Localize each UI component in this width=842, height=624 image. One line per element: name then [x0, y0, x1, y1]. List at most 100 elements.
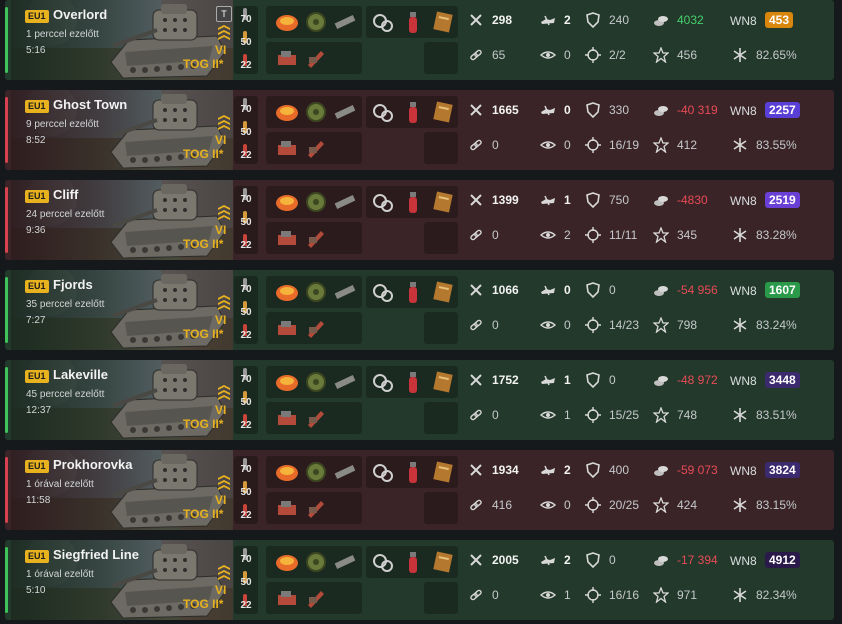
map-thumbnail: EU1 Ghost Town 9 perccel ezelőtt 8:52 VI… [11, 90, 233, 170]
shell-count: 70 [240, 14, 252, 25]
battle-duration: 12:37 [26, 405, 52, 416]
shell-apcr: 50 [234, 29, 258, 51]
damage-value: 1399 [492, 193, 519, 207]
fire-extinguisher-icon [409, 372, 417, 393]
region-badge: EU1 [25, 370, 49, 383]
destroyed-tank-icon [541, 555, 555, 566]
destroyed-tank-icon [541, 195, 555, 206]
repair-kit-icon [306, 282, 326, 302]
spotted-value: 0 [564, 498, 571, 512]
hits-value: 20/25 [609, 498, 640, 512]
shell-usage: 70 50 22 [234, 186, 258, 254]
shell-ap: 70 [234, 186, 258, 208]
empty-slot [424, 312, 458, 344]
battle-duration: 11:58 [26, 495, 51, 506]
credits-icon [654, 466, 668, 476]
equipment-slots [266, 546, 362, 578]
assist-value: 65 [492, 48, 506, 62]
shell-ap: 70 [234, 456, 258, 478]
hits-value: 16/19 [609, 138, 640, 152]
assist-link-icon [470, 499, 482, 511]
time-ago: 1 perccel ezelőtt [26, 29, 99, 40]
rammer-icon [334, 375, 356, 389]
accuracy-value: 83.51% [756, 408, 797, 422]
track-upgrade-icon [308, 591, 324, 608]
shell-count: 70 [240, 374, 252, 385]
equipment-slots [266, 276, 362, 308]
shell-usage: 70 50 22 [234, 6, 258, 74]
tank-name: TOG II* [183, 57, 224, 71]
blocked-value: 0 [609, 553, 616, 567]
snowflake-icon [733, 228, 747, 242]
credits-icon [654, 16, 668, 26]
battle-row[interactable]: EU1 Siegfried Line 1 órával ezelőtt 5:10… [5, 540, 834, 620]
result-stripe [5, 457, 8, 523]
credits-value: 4032 [677, 13, 704, 27]
battle-row[interactable]: EU1 Prokhorovka 1 órával ezelőtt 11:58 V… [5, 450, 834, 530]
crosshair-icon [585, 587, 601, 603]
star-icon [653, 407, 669, 423]
credits-value: -59 073 [677, 463, 718, 477]
star-icon [653, 317, 669, 333]
battle-row[interactable]: EU1 Overlord 1 perccel ezelőtt 5:16 T VI… [5, 0, 834, 80]
region-badge: EU1 [25, 10, 49, 23]
eye-icon [540, 231, 556, 239]
hits-value: 16/16 [609, 588, 640, 602]
empty-slot [424, 582, 458, 614]
accuracy-value: 82.65% [756, 48, 797, 62]
crew-skill-slots [266, 42, 362, 74]
destroyed-tank-icon [541, 285, 555, 296]
accuracy-value: 83.55% [756, 138, 797, 152]
assist-link-icon [470, 49, 482, 61]
kills-value: 2 [564, 13, 571, 27]
map-name: Lakeville [53, 367, 108, 382]
battle-row[interactable]: EU1 Cliff 24 perccel ezelőtt 9:36 VI TOG… [5, 180, 834, 260]
shell-usage: 70 50 22 [234, 546, 258, 614]
manual-book-icon [433, 551, 453, 573]
eye-icon [540, 51, 556, 59]
shell-count: 50 [240, 127, 252, 138]
snowflake-icon [733, 318, 747, 332]
equipment-slots [266, 6, 362, 38]
damage-value: 1066 [492, 283, 519, 297]
tank-name: TOG II* [183, 507, 224, 521]
shell-he: 22 [234, 412, 258, 434]
map-name: Siegfried Line [53, 547, 139, 562]
crew-skill-slots [266, 132, 362, 164]
shell-count: 22 [240, 330, 252, 341]
eye-icon [540, 411, 556, 419]
shell-count: 70 [240, 194, 252, 205]
rank-chevron-icon [218, 25, 230, 40]
battle-duration: 7:27 [26, 315, 46, 326]
spotted-value: 0 [564, 48, 571, 62]
spotted-value: 1 [564, 408, 571, 422]
track-upgrade-icon [308, 321, 324, 338]
result-stripe [5, 97, 8, 163]
shell-he: 22 [234, 322, 258, 344]
battle-row[interactable]: EU1 Lakeville 45 perccel ezelőtt 12:37 V… [5, 360, 834, 440]
battle-duration: 9:36 [26, 225, 46, 236]
battle-row[interactable]: EU1 Ghost Town 9 perccel ezelőtt 8:52 VI… [5, 90, 834, 170]
region-badge: EU1 [25, 280, 49, 293]
crosshair-icon [585, 47, 601, 63]
map-thumbnail: EU1 Overlord 1 perccel ezelőtt 5:16 T VI… [11, 0, 233, 80]
turret-upgrade-icon [278, 231, 296, 245]
rammer-icon [334, 285, 356, 299]
fire-extinguisher-icon [409, 192, 417, 213]
food-consumable-icon [276, 555, 298, 571]
snowflake-icon [733, 498, 747, 512]
wn8-badge: 3448 [765, 372, 800, 388]
damage-value: 2005 [492, 553, 519, 567]
tool-kit-icon [373, 104, 393, 122]
crew-skill-slots [266, 402, 362, 434]
time-ago: 1 órával ezelőtt [26, 569, 94, 580]
track-upgrade-icon [308, 411, 324, 428]
battle-row[interactable]: EU1 Fjords 35 perccel ezelőtt 7:27 VI TO… [5, 270, 834, 350]
shell-he: 22 [234, 592, 258, 614]
destroyed-tank-icon [541, 375, 555, 386]
manual-book-icon [433, 281, 453, 303]
shell-count: 50 [240, 217, 252, 228]
destroyed-tank-icon [541, 465, 555, 476]
shell-count: 70 [240, 554, 252, 565]
tool-kit-icon [373, 374, 393, 392]
